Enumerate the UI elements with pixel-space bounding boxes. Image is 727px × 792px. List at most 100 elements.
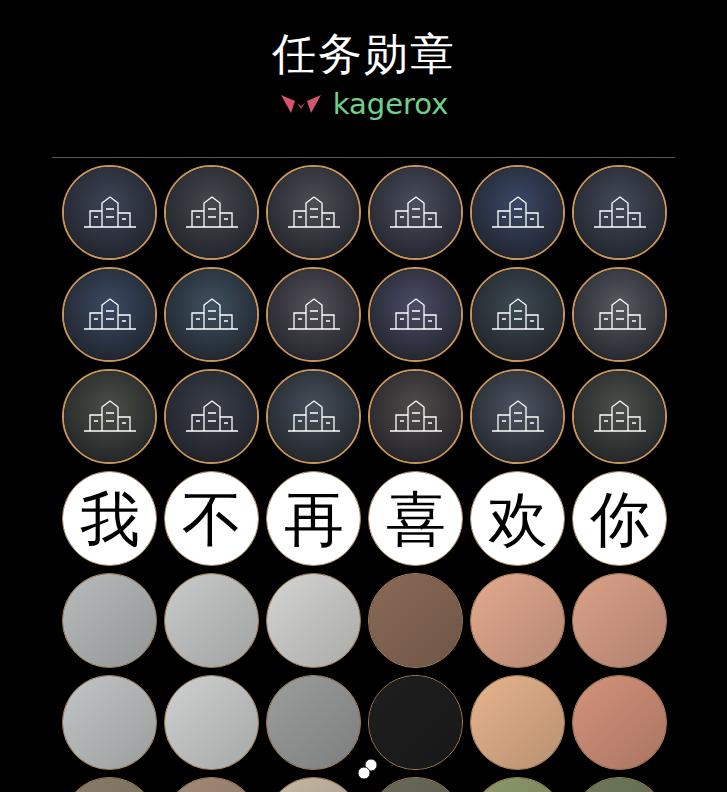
badge[interactable]: 我 <box>62 471 157 566</box>
badge-face: 喜 <box>369 472 462 565</box>
badge[interactable] <box>266 573 361 668</box>
badge-face: 不 <box>165 472 258 565</box>
badge[interactable] <box>368 777 463 792</box>
badge[interactable] <box>368 573 463 668</box>
badge-character: 喜 <box>386 489 446 549</box>
badge-face <box>574 371 665 462</box>
landmark-icon <box>182 295 242 335</box>
badge[interactable] <box>62 777 157 792</box>
badge-face <box>268 167 359 258</box>
landmark-icon <box>488 397 548 437</box>
landmark-icon <box>590 295 650 335</box>
page-title: 任务勋章 <box>272 28 456 80</box>
badge-face <box>268 269 359 360</box>
landmark-icon <box>590 193 650 233</box>
badge[interactable] <box>572 267 667 362</box>
landmark-icon <box>488 295 548 335</box>
badge-face <box>472 269 563 360</box>
badge[interactable] <box>470 165 565 260</box>
badge[interactable]: 不 <box>164 471 259 566</box>
badge-face <box>369 676 462 769</box>
badge-face: 你 <box>573 472 666 565</box>
badge-face <box>267 778 360 792</box>
scroll-indicator-icon <box>356 758 380 780</box>
badge[interactable] <box>572 573 667 668</box>
badge[interactable] <box>164 267 259 362</box>
badge-face: 我 <box>63 472 156 565</box>
badge-face <box>63 676 156 769</box>
badge[interactable] <box>164 369 259 464</box>
badge-face <box>64 167 155 258</box>
brand-logo: kagerox <box>279 86 449 122</box>
badge-face: 再 <box>267 472 360 565</box>
badge[interactable]: 再 <box>266 471 361 566</box>
badge[interactable] <box>62 165 157 260</box>
badge-face <box>166 167 257 258</box>
badge[interactable] <box>470 267 565 362</box>
badge-character: 再 <box>284 489 344 549</box>
badge[interactable] <box>572 675 667 770</box>
badge-face <box>573 676 666 769</box>
badge[interactable] <box>62 573 157 668</box>
badge[interactable] <box>266 165 361 260</box>
badge[interactable] <box>470 777 565 792</box>
badge[interactable]: 喜 <box>368 471 463 566</box>
badge-face <box>370 269 461 360</box>
badge-face <box>165 778 258 792</box>
badge[interactable] <box>470 369 565 464</box>
badge-character: 不 <box>182 489 242 549</box>
badge[interactable] <box>572 369 667 464</box>
badge-face <box>370 167 461 258</box>
badge[interactable] <box>266 267 361 362</box>
badge[interactable] <box>62 267 157 362</box>
landmark-icon <box>488 193 548 233</box>
badge-face <box>471 574 564 667</box>
badge[interactable] <box>572 777 667 792</box>
badge[interactable] <box>62 675 157 770</box>
badge-face <box>573 778 666 792</box>
badge[interactable] <box>470 675 565 770</box>
landmark-icon <box>80 193 140 233</box>
badge-face <box>63 778 156 792</box>
badge-character: 欢 <box>488 489 548 549</box>
badge[interactable] <box>164 675 259 770</box>
badge[interactable] <box>368 369 463 464</box>
landmark-icon <box>284 397 344 437</box>
badge[interactable] <box>470 573 565 668</box>
landmark-icon <box>284 295 344 335</box>
badge[interactable] <box>368 675 463 770</box>
landmark-icon <box>386 397 446 437</box>
badge-face <box>267 574 360 667</box>
badge-character: 我 <box>80 489 140 549</box>
badge-face <box>165 676 258 769</box>
badge[interactable] <box>266 369 361 464</box>
badge[interactable] <box>266 675 361 770</box>
badge-face <box>267 676 360 769</box>
badge-face <box>64 269 155 360</box>
badge-face <box>472 371 563 462</box>
badge[interactable]: 欢 <box>470 471 565 566</box>
brand-name: kagerox <box>333 86 449 122</box>
badge-face <box>369 574 462 667</box>
badge[interactable] <box>572 165 667 260</box>
badge-face <box>574 269 665 360</box>
badge[interactable] <box>164 165 259 260</box>
badge[interactable] <box>62 369 157 464</box>
landmark-icon <box>80 397 140 437</box>
badge-face <box>472 167 563 258</box>
badge[interactable] <box>368 165 463 260</box>
badge[interactable]: 你 <box>572 471 667 566</box>
landmark-icon <box>80 295 140 335</box>
badge-face <box>471 778 564 792</box>
badge[interactable] <box>164 777 259 792</box>
badge[interactable] <box>368 267 463 362</box>
badge[interactable] <box>266 777 361 792</box>
badge-face <box>64 371 155 462</box>
badge[interactable] <box>164 573 259 668</box>
badge-face <box>369 778 462 792</box>
header: 任务勋章 kagerox <box>0 0 727 122</box>
badge-grid: 我不再喜欢你 <box>0 158 727 792</box>
badge-face <box>471 676 564 769</box>
divider <box>52 157 675 158</box>
landmark-icon <box>284 193 344 233</box>
